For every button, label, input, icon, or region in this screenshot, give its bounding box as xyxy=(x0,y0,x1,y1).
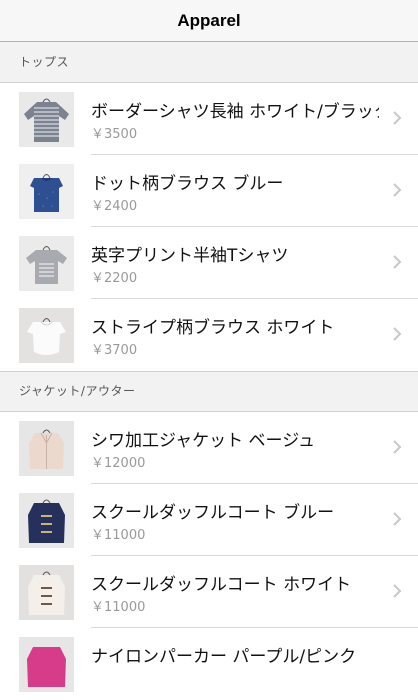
item-price: ￥2400 xyxy=(91,199,138,214)
page-title: Apparel xyxy=(177,11,241,30)
item-name: スクールダッフルコート ホワイト xyxy=(91,575,352,595)
list-item[interactable]: ボーダーシャツ長袖 ホワイト/ブラック ￥3500 xyxy=(0,83,418,155)
white-blouse-thumbnail xyxy=(19,308,74,363)
white-duffle-coat-thumbnail xyxy=(19,565,74,620)
item-price: ￥11000 xyxy=(91,528,146,543)
blue-blouse-thumbnail xyxy=(19,164,74,219)
print-tshirt-thumbnail xyxy=(19,236,74,291)
item-name: シワ加工ジャケット ベージュ xyxy=(91,431,316,451)
chevron-right-icon xyxy=(393,183,402,197)
section-label: ジャケット/アウター xyxy=(19,384,136,398)
item-name: ストライプ柄ブラウス ホワイト xyxy=(91,318,335,338)
list-item[interactable]: シワ加工ジャケット ベージュ ￥12000 xyxy=(0,412,418,484)
item-price: ￥2200 xyxy=(91,271,138,286)
list-item[interactable]: ストライプ柄ブラウス ホワイト ￥3700 xyxy=(0,299,418,371)
purple-parka-thumbnail xyxy=(19,637,74,692)
chevron-right-icon xyxy=(393,111,402,125)
list-item[interactable]: ナイロンパーカー パープル/ピンク xyxy=(0,628,418,700)
item-price: ￥11000 xyxy=(91,600,146,615)
item-name: スクールダッフルコート ブルー xyxy=(91,503,335,523)
list-item[interactable]: スクールダッフルコート ホワイト ￥11000 xyxy=(0,556,418,628)
list-item[interactable]: ドット柄ブラウス ブルー ￥2400 xyxy=(0,155,418,227)
chevron-right-icon xyxy=(393,512,402,526)
item-name: ドット柄ブラウス ブルー xyxy=(91,174,284,194)
item-price: ￥3500 xyxy=(91,127,138,142)
chevron-right-icon xyxy=(393,327,402,341)
section-header-outerwear: ジャケット/アウター xyxy=(0,371,418,412)
item-name: ボーダーシャツ長袖 ホワイト/ブラック xyxy=(91,102,379,122)
chevron-right-icon xyxy=(393,255,402,269)
beige-jacket-thumbnail xyxy=(19,421,74,476)
chevron-right-icon xyxy=(393,584,402,598)
item-name: ナイロンパーカー パープル/ピンク xyxy=(91,647,357,667)
item-price: ￥3700 xyxy=(91,343,138,358)
item-price: ￥12000 xyxy=(91,456,146,471)
striped-shirt-thumbnail xyxy=(19,92,74,147)
navigation-bar: Apparel xyxy=(0,0,418,42)
section-label: トップス xyxy=(19,55,70,69)
item-name: 英字プリント半袖Tシャツ xyxy=(91,246,289,266)
blue-duffle-coat-thumbnail xyxy=(19,493,74,548)
section-header-tops: トップス xyxy=(0,42,418,83)
list-item[interactable]: スクールダッフルコート ブルー ￥11000 xyxy=(0,484,418,556)
chevron-right-icon xyxy=(393,440,402,454)
list-item[interactable]: 英字プリント半袖Tシャツ ￥2200 xyxy=(0,227,418,299)
